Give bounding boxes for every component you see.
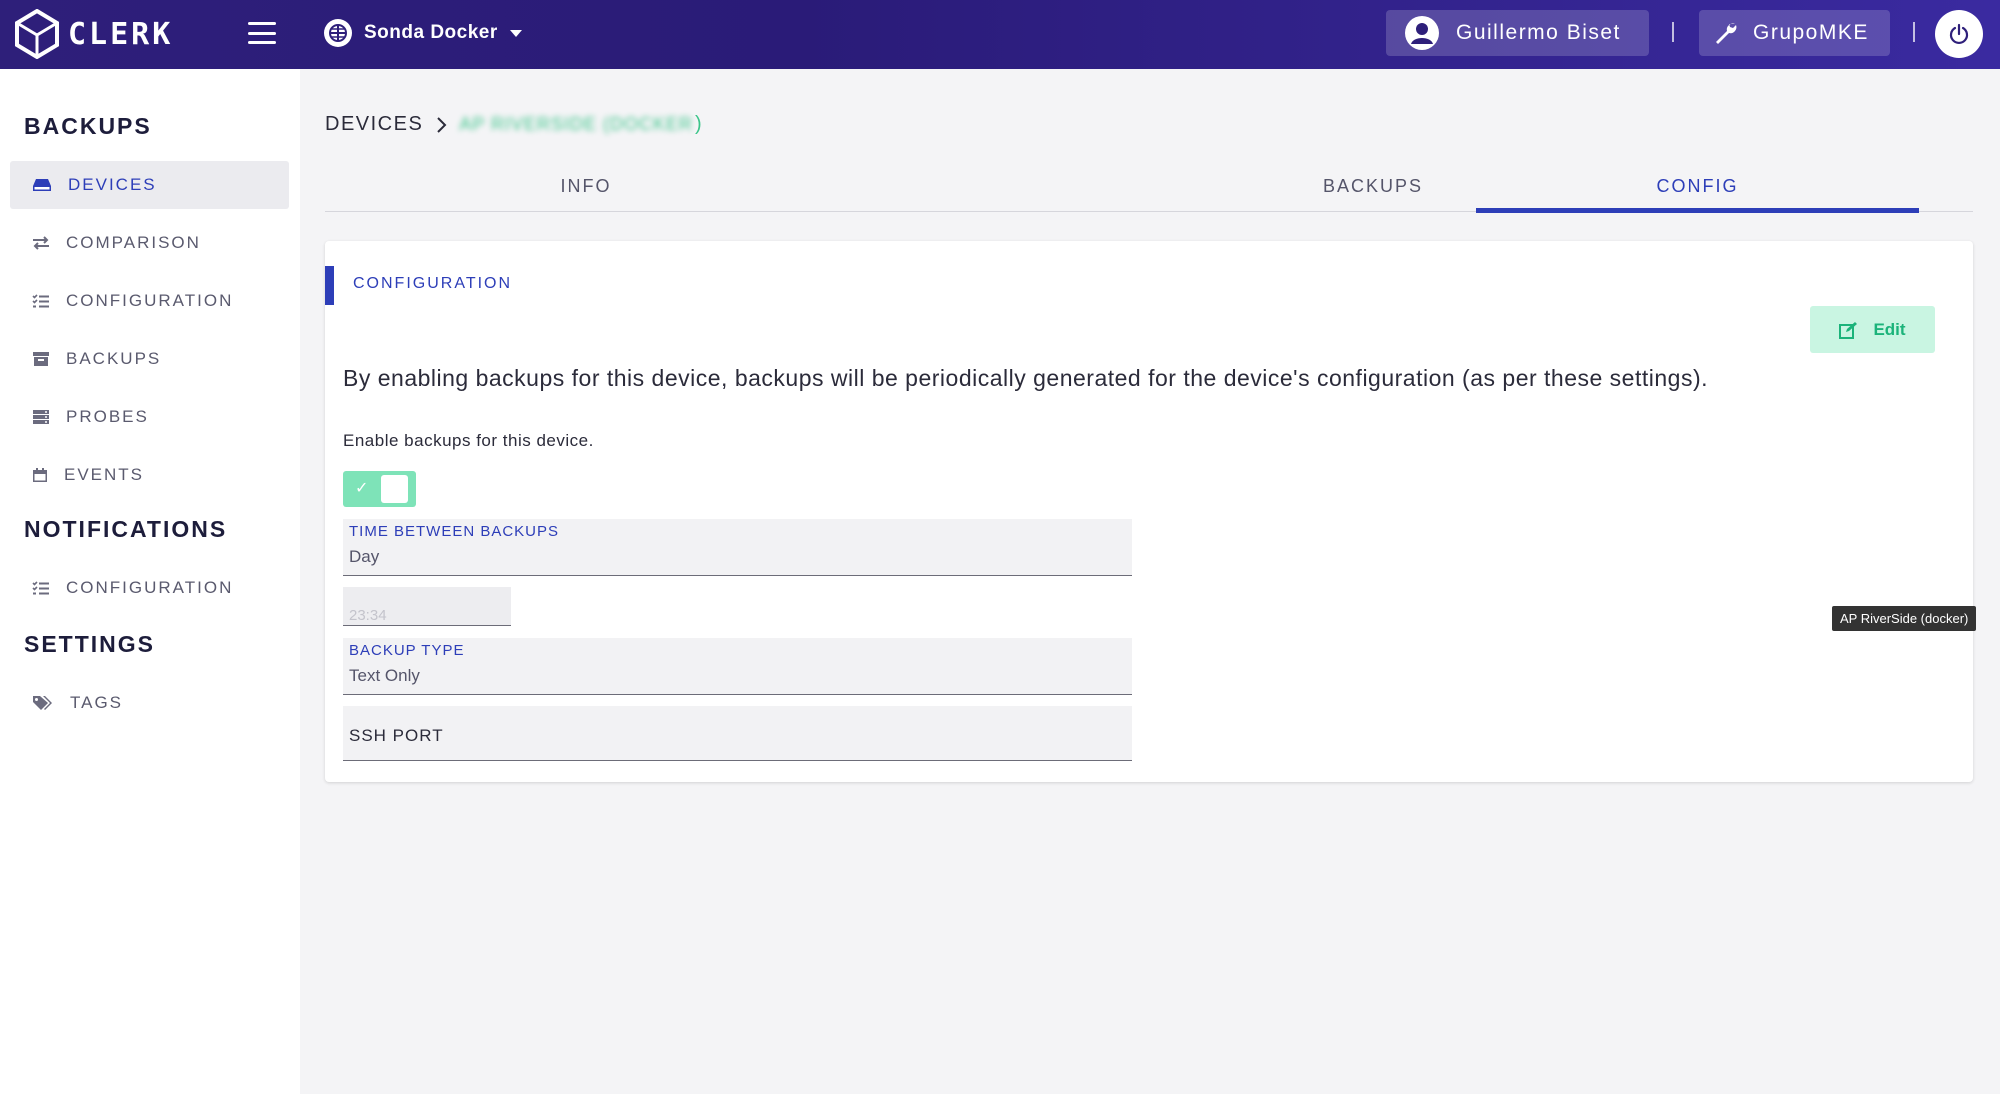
power-icon[interactable] xyxy=(1935,10,1983,58)
breadcrumb-devices-link[interactable]: DEVICES xyxy=(325,113,423,136)
exchange-icon xyxy=(33,236,49,250)
chevron-right-icon xyxy=(437,116,447,133)
configuration-card: CONFIGURATION Edit By enabling backups f… xyxy=(325,241,1973,782)
backup-time-input[interactable]: 23:34 xyxy=(343,587,511,626)
sidebar-section-title: BACKUPS xyxy=(24,113,152,139)
sidebar-item-tags[interactable]: TAGS xyxy=(10,679,289,727)
logo[interactable]: CLERK xyxy=(14,9,174,59)
card-accent-bar xyxy=(325,266,334,305)
archive-icon xyxy=(33,352,49,366)
menu-icon[interactable] xyxy=(248,22,276,44)
server-icon xyxy=(33,410,49,424)
sidebar-item-label: CONFIGURATION xyxy=(66,291,234,310)
divider xyxy=(1913,22,1915,42)
sidebar-item-label: PROBES xyxy=(66,407,149,426)
card-title: CONFIGURATION xyxy=(353,275,513,292)
clerk-logo-icon xyxy=(15,9,59,59)
breadcrumb-device-name: AP RIVERSIDE (DOCKER xyxy=(459,114,694,134)
divider xyxy=(1672,22,1674,42)
sidebar-item-label: TAGS xyxy=(70,693,124,712)
toggle-knob xyxy=(381,475,408,503)
device-name-tooltip: AP RiverSide (docker) xyxy=(1832,606,1977,631)
sidebar-item-notifications-configuration[interactable]: CONFIGURATION xyxy=(10,564,289,612)
edit-button-label: Edit xyxy=(1873,319,1906,339)
tasks-icon xyxy=(32,581,49,595)
sidebar-item-configuration[interactable]: CONFIGURATION xyxy=(10,277,289,325)
tab-info[interactable]: INFO xyxy=(325,160,847,212)
tasks-icon xyxy=(32,294,49,308)
active-tab-indicator xyxy=(1476,208,1919,213)
sidebar-section-title: NOTIFICATIONS xyxy=(24,516,228,542)
globe-icon xyxy=(324,19,352,47)
wrench-icon xyxy=(1716,23,1737,44)
top-bar: CLERK Sonda Docker Guillermo Biset Grupo… xyxy=(0,0,2000,69)
edit-icon xyxy=(1839,321,1858,339)
sidebar-item-label: COMPARISON xyxy=(66,233,201,252)
sidebar-item-label: EVENTS xyxy=(64,465,145,484)
field-value: 23:34 xyxy=(349,607,387,624)
backup-type-select[interactable]: BACKUP TYPE Text Only xyxy=(343,638,1132,695)
field-label: TIME BETWEEN BACKUPS xyxy=(349,523,560,540)
field-value: Text Only xyxy=(349,666,420,685)
sidebar-item-events[interactable]: EVENTS xyxy=(10,451,289,499)
organization-name: GrupoMKE xyxy=(1753,21,1869,44)
config-description: By enabling backups for this device, bac… xyxy=(343,365,1708,391)
tab-config[interactable]: CONFIG xyxy=(1476,160,1919,212)
field-value: Day xyxy=(349,547,380,566)
tags-icon xyxy=(33,696,52,710)
field-label: SSH PORT xyxy=(349,726,444,745)
org-selector[interactable]: Sonda Docker xyxy=(324,16,522,50)
org-selector-label: Sonda Docker xyxy=(364,22,498,43)
breadcrumb: DEVICES AP RIVERSIDE (DOCKER ) xyxy=(325,113,703,136)
sidebar-item-backups[interactable]: BACKUPS xyxy=(10,335,289,383)
field-label: BACKUP TYPE xyxy=(349,642,465,659)
user-avatar-icon xyxy=(1405,16,1439,50)
hdd-icon xyxy=(33,179,51,191)
sidebar-item-devices[interactable]: DEVICES xyxy=(10,161,289,209)
user-menu-button[interactable]: Guillermo Biset xyxy=(1386,10,1649,56)
enable-backups-label: Enable backups for this device. xyxy=(343,431,594,450)
user-name: Guillermo Biset xyxy=(1456,21,1621,44)
organization-button[interactable]: GrupoMKE xyxy=(1699,10,1890,56)
chevron-down-icon xyxy=(509,29,522,37)
device-tabs: INFO BACKUPS CONFIG xyxy=(325,160,1973,213)
sidebar-item-label: DEVICES xyxy=(68,175,157,194)
sidebar-item-label: BACKUPS xyxy=(66,349,162,368)
breadcrumb-device-suffix: ) xyxy=(695,113,704,135)
app-name: CLERK xyxy=(68,16,174,52)
sidebar-item-comparison[interactable]: COMPARISON xyxy=(10,219,289,267)
edit-button[interactable]: Edit xyxy=(1810,306,1935,353)
time-between-backups-select[interactable]: TIME BETWEEN BACKUPS Day xyxy=(343,519,1132,576)
check-icon: ✓ xyxy=(355,480,369,497)
sidebar-section-title: SETTINGS xyxy=(24,631,156,657)
enable-backups-toggle[interactable]: ✓ xyxy=(343,471,416,507)
sidebar: BACKUPS DEVICES COMPARISON CONFIGURATION… xyxy=(0,69,300,1094)
sidebar-item-label: CONFIGURATION xyxy=(66,578,234,597)
calendar-icon xyxy=(33,468,47,482)
sidebar-item-probes[interactable]: PROBES xyxy=(10,393,289,441)
ssh-port-input[interactable]: SSH PORT xyxy=(343,706,1132,761)
